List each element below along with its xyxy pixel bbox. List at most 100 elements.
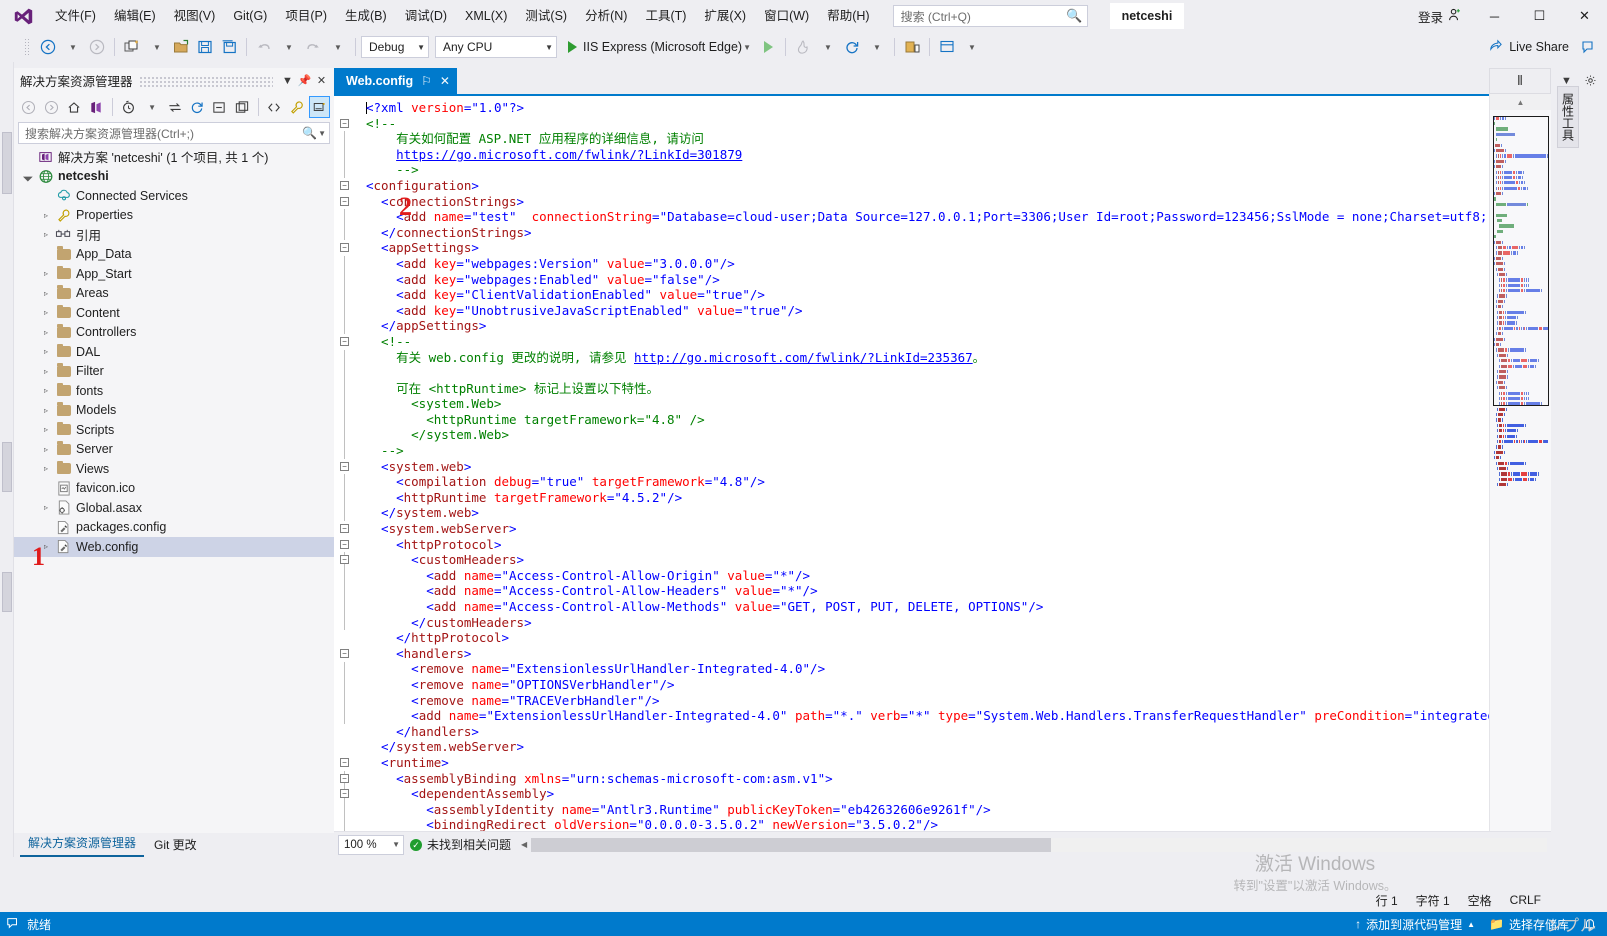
toolbar-overflow-icon[interactable]: ▼	[960, 35, 984, 59]
tree-item-[interactable]: ▹ 引用	[14, 225, 334, 245]
refresh-icon[interactable]	[840, 35, 864, 59]
close-tab-icon[interactable]: ✕	[440, 74, 450, 88]
panel-menu-chevron-icon[interactable]: ▼	[279, 71, 296, 91]
solution-explorer-bottom-tabs[interactable]: 解决方案资源管理器 Git 更改	[14, 833, 334, 857]
tree-item-app-start[interactable]: ▹ App_Start	[14, 264, 334, 284]
pending-changes-icon[interactable]	[118, 96, 139, 118]
menu-item-help[interactable]: 帮助(H)	[818, 0, 878, 32]
tree-item-dal[interactable]: ▹ DAL	[14, 342, 334, 362]
add-to-source-control-button[interactable]: ↑ 添加到源代码管理 ▲	[1355, 916, 1475, 933]
tree-item-controllers[interactable]: ▹ Controllers	[14, 323, 334, 343]
line-ending-label[interactable]: CRLF	[1510, 893, 1541, 907]
server-explorer-dock-tab[interactable]	[2, 442, 12, 492]
tree-item-filter[interactable]: ▹ Filter	[14, 362, 334, 382]
menu-item-file[interactable]: 文件(F)	[46, 0, 105, 32]
outlining-collapse-box[interactable]: −	[340, 243, 349, 253]
select-repository-button[interactable]: 📁 选择存储库	[1489, 916, 1569, 933]
editor-split-handle[interactable]: ⫴	[1489, 68, 1551, 94]
live-share-button[interactable]: Live Share	[1488, 38, 1577, 56]
code-editor-surface[interactable]: −−−−−−−−−−−−−− <?xml version="1.0"?><!--…	[334, 94, 1551, 831]
panel-close-icon[interactable]: ✕	[313, 71, 330, 91]
tree-item-scripts[interactable]: ▹ Scripts	[14, 420, 334, 440]
new-project-icon[interactable]	[120, 35, 144, 59]
expander-collapsed-icon[interactable]: ▹	[38, 425, 54, 434]
redo-dropdown-icon[interactable]: ▼	[326, 35, 350, 59]
menu-item-debug[interactable]: 调试(D)	[396, 0, 456, 32]
save-all-icon[interactable]	[217, 35, 241, 59]
solution-explorer-tree[interactable]: 解决方案 'netceshi' (1 个项目, 共 1 个) ◢ netceshi…	[14, 147, 334, 833]
notifications-bell-icon[interactable]	[1583, 917, 1597, 931]
save-file-icon[interactable]	[193, 35, 217, 59]
preview-selected-items-icon[interactable]	[308, 96, 331, 118]
tree-item-connected-services[interactable]: Connected Services	[14, 186, 334, 206]
tree-item-packages-config[interactable]: packages.config	[14, 518, 334, 538]
forward-icon[interactable]	[40, 96, 61, 118]
code-minimap[interactable]: ▲	[1489, 94, 1551, 831]
tab-git-changes[interactable]: Git 更改	[146, 833, 205, 857]
editor-zoom-combo[interactable]: 100 % ▼	[338, 834, 404, 855]
expander-collapsed-icon[interactable]: ▹	[38, 289, 54, 298]
toolbox-dock-tab[interactable]	[2, 132, 12, 194]
outlining-collapse-box[interactable]: −	[340, 649, 349, 658]
build-platform-combo[interactable]: Any CPU ▼	[435, 36, 557, 58]
outlining-collapse-box[interactable]: −	[340, 196, 349, 206]
menu-item-project[interactable]: 项目(P)	[276, 0, 336, 32]
undo-icon[interactable]	[252, 35, 276, 59]
tree-item-app-data[interactable]: App_Data	[14, 245, 334, 265]
window-maximize-button[interactable]: ☐	[1517, 0, 1562, 32]
tree-item-web-config[interactable]: ▹ Web.config	[14, 537, 334, 557]
outlining-collapse-box[interactable]: −	[340, 181, 349, 190]
expander-collapsed-icon[interactable]: ▹	[38, 230, 54, 239]
scroll-left-icon[interactable]: ◀	[517, 840, 531, 849]
tree-item-content[interactable]: ▹ Content	[14, 303, 334, 323]
tree-item-server[interactable]: ▹ Server	[14, 440, 334, 460]
refresh-icon[interactable]	[186, 96, 207, 118]
menu-item-git[interactable]: Git(G)	[224, 0, 276, 32]
pin-tab-icon[interactable]: ⚐	[421, 74, 432, 88]
toolbar-grip-handle[interactable]	[24, 38, 31, 56]
toolbox-right-dock-tab[interactable]: 属性工具	[1557, 86, 1579, 148]
window-layout-icon[interactable]	[935, 35, 959, 59]
expander-collapsed-icon[interactable]: ▹	[38, 269, 54, 278]
expander-collapsed-icon[interactable]: ▹	[38, 386, 54, 395]
navigate-backward-dropdown-icon[interactable]: ▼	[61, 35, 85, 59]
build-configuration-combo[interactable]: Debug ▼	[361, 36, 429, 58]
outlining-collapse-box[interactable]: −	[340, 539, 349, 549]
scroll-thumb[interactable]	[531, 837, 1052, 852]
outlining-collapse-box[interactable]: −	[340, 461, 349, 471]
sync-with-active-document-icon[interactable]	[164, 96, 185, 118]
tree-item-areas[interactable]: ▹ Areas	[14, 284, 334, 304]
home-icon[interactable]	[63, 96, 84, 118]
outlining-collapse-box[interactable]: −	[340, 337, 349, 346]
menu-item-test[interactable]: 测试(S)	[516, 0, 576, 32]
editor-problem-status[interactable]: ✓ 未找到相关问题	[410, 836, 511, 853]
navigate-backward-icon[interactable]	[36, 35, 60, 59]
expander-collapsed-icon[interactable]: ▹	[38, 328, 54, 337]
tree-item-global-asax[interactable]: ▹ Global.asax	[14, 498, 334, 518]
hot-reload-icon[interactable]	[791, 35, 815, 59]
tree-item-fonts[interactable]: ▹ fonts	[14, 381, 334, 401]
expander-collapsed-icon[interactable]: ▹	[38, 542, 54, 551]
expander-collapsed-icon[interactable]: ▹	[38, 503, 54, 512]
editor-horizontal-scrollbar[interactable]: ◀	[517, 837, 1547, 852]
outlining-collapse-box[interactable]: −	[340, 524, 349, 534]
search-options-chevron-icon[interactable]: ▼	[318, 129, 326, 138]
view-code-icon[interactable]	[264, 96, 285, 118]
navigate-forward-icon[interactable]	[85, 35, 109, 59]
tree-item-favicon-ico[interactable]: favicon.ico	[14, 479, 334, 499]
collapse-all-icon[interactable]	[209, 96, 230, 118]
show-all-files-icon[interactable]	[231, 96, 252, 118]
pending-changes-dropdown-icon[interactable]: ▼	[141, 96, 162, 118]
tree-item-models[interactable]: ▹ Models	[14, 401, 334, 421]
outlining-collapse-box[interactable]: −	[340, 555, 349, 565]
expander-collapsed-icon[interactable]: ▹	[38, 367, 54, 376]
expander-collapsed-icon[interactable]: ▹	[38, 406, 54, 415]
minimap-viewport-box[interactable]	[1493, 116, 1549, 406]
menu-item-edit[interactable]: 编辑(E)	[105, 0, 165, 32]
scroll-track[interactable]	[531, 837, 1547, 852]
start-without-debugging-icon[interactable]	[756, 35, 780, 59]
menu-item-window[interactable]: 窗口(W)	[755, 0, 818, 32]
start-debug-button[interactable]: IIS Express (Microsoft Edge) ▼	[563, 35, 756, 59]
feedback-icon[interactable]	[1577, 35, 1601, 59]
outlining-collapse-box[interactable]: −	[340, 789, 349, 799]
